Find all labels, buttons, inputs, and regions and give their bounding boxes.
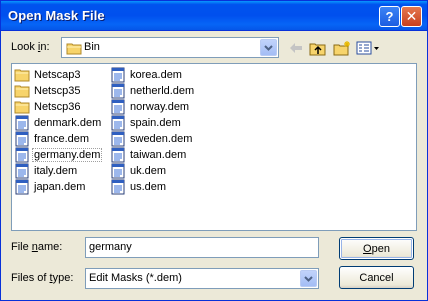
- file-name-value: germany: [89, 241, 132, 253]
- view-menu-button[interactable]: [355, 39, 381, 57]
- back-arrow-icon: [290, 43, 302, 53]
- chevron-down-icon: [264, 44, 273, 51]
- file-list[interactable]: Netscap3 Netscp35 Netscp36 denmark.dem franc…: [11, 63, 417, 231]
- file-list-item[interactable]: taiwan.dem: [110, 147, 195, 163]
- file-name-input[interactable]: germany: [85, 237, 319, 258]
- file-list-item[interactable]: netherld.dem: [110, 83, 195, 99]
- file-list-item[interactable]: Netscp35: [14, 83, 102, 99]
- dem-file-icon: [111, 179, 125, 195]
- files-of-type-select[interactable]: Edit Masks (*.dem): [85, 268, 319, 289]
- file-name-text: norway.dem: [130, 101, 190, 113]
- folder-icon: [14, 101, 30, 114]
- dem-file-icon: [111, 163, 125, 179]
- file-list-item[interactable]: uk.dem: [110, 163, 195, 179]
- folder-icon: [66, 43, 82, 55]
- open-mask-file-dialog: Open Mask File ? ✕ Look in: Bin Netscap3…: [0, 0, 428, 301]
- file-list-item[interactable]: norway.dem: [110, 99, 195, 115]
- up-folder-icon: [309, 43, 326, 55]
- files-of-type-label: Files of type:: [11, 272, 74, 284]
- file-name-text: taiwan.dem: [130, 149, 187, 161]
- dem-file-icon: [15, 115, 29, 131]
- file-name-text: sweden.dem: [130, 133, 193, 145]
- cancel-button[interactable]: Cancel: [339, 266, 414, 289]
- file-list-item[interactable]: korea.dem: [110, 67, 195, 83]
- file-list-item[interactable]: france.dem: [14, 131, 102, 147]
- folder-icon: [14, 69, 30, 82]
- file-list-column-2: korea.dem netherld.dem norway.dem spain.dem…: [110, 67, 195, 195]
- window-title: Open Mask File: [8, 8, 105, 23]
- file-name-text: netherld.dem: [130, 85, 195, 97]
- file-name-text: italy.dem: [34, 165, 78, 177]
- file-list-item[interactable]: Netscap3: [14, 67, 102, 83]
- file-name-text: germany.dem: [31, 148, 103, 162]
- title-bar[interactable]: Open Mask File ? ✕: [1, 1, 427, 31]
- file-list-item[interactable]: us.dem: [110, 179, 195, 195]
- look-in-dropdown-button[interactable]: [260, 39, 277, 56]
- file-name-text: us.dem: [130, 181, 167, 193]
- file-name-text: korea.dem: [130, 69, 182, 81]
- dem-file-icon: [111, 99, 125, 115]
- chevron-down-icon: [304, 275, 313, 282]
- file-name-text: spain.dem: [130, 117, 181, 129]
- help-button[interactable]: ?: [379, 6, 400, 27]
- cancel-button-label: Cancel: [359, 271, 394, 284]
- files-of-type-dropdown-button[interactable]: [300, 270, 317, 287]
- file-list-item[interactable]: japan.dem: [14, 179, 102, 195]
- dem-file-icon: [15, 179, 29, 195]
- dem-file-icon: [15, 147, 29, 163]
- view-menu-icon: [356, 41, 379, 55]
- dem-file-icon: [111, 131, 125, 147]
- file-name-text: denmark.dem: [34, 117, 102, 129]
- file-list-item[interactable]: sweden.dem: [110, 131, 195, 147]
- file-list-item[interactable]: italy.dem: [14, 163, 102, 179]
- file-list-column-1: Netscap3 Netscp35 Netscp36 denmark.dem franc…: [14, 67, 103, 195]
- dem-file-icon: [15, 131, 29, 147]
- files-of-type-value: Edit Masks (*.dem): [89, 272, 182, 284]
- file-list-item[interactable]: denmark.dem: [14, 115, 102, 131]
- look-in-select[interactable]: Bin: [61, 37, 279, 58]
- dem-file-icon: [15, 163, 29, 179]
- look-in-value: Bin: [84, 41, 100, 53]
- file-list-item[interactable]: germany.dem: [14, 147, 103, 163]
- folder-icon: [14, 85, 30, 98]
- close-icon: ✕: [405, 8, 418, 24]
- dem-file-icon: [111, 115, 125, 131]
- file-name-text: Netscp36: [34, 101, 81, 113]
- close-button[interactable]: ✕: [401, 6, 422, 27]
- up-one-level-button[interactable]: [307, 39, 329, 57]
- help-icon: ?: [385, 9, 394, 24]
- file-name-text: japan.dem: [34, 181, 86, 193]
- file-name-text: Netscp35: [34, 85, 81, 97]
- dem-file-icon: [111, 83, 125, 99]
- open-button[interactable]: Open: [339, 237, 414, 260]
- new-folder-icon: [333, 41, 350, 56]
- dem-file-icon: [111, 147, 125, 163]
- file-name-text: france.dem: [34, 133, 90, 145]
- file-list-item[interactable]: spain.dem: [110, 115, 195, 131]
- file-name-text: Netscap3: [34, 69, 81, 81]
- file-name-label: File name:: [11, 241, 63, 253]
- look-in-label: Look in:: [11, 41, 50, 53]
- open-button-label: Open: [363, 242, 390, 255]
- dem-file-icon: [111, 67, 125, 83]
- create-new-folder-button[interactable]: [331, 39, 353, 57]
- file-name-text: uk.dem: [130, 165, 167, 177]
- file-list-item[interactable]: Netscp36: [14, 99, 102, 115]
- back-button[interactable]: [285, 39, 307, 57]
